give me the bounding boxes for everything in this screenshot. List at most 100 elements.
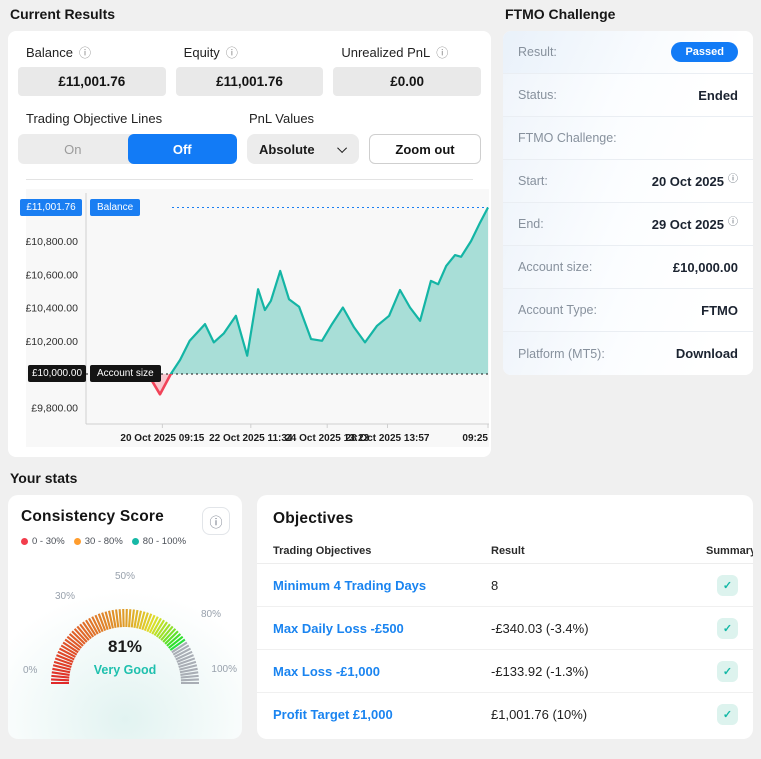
equity-label: Equity <box>183 45 220 60</box>
trading-objective-lines-label: Trading Objective Lines <box>26 111 163 126</box>
info-icon[interactable]: ⓘ <box>436 47 448 59</box>
check-icon: ✓ <box>717 660 738 682</box>
x-axis-label: 22 Oct 2025 11:34 <box>209 433 293 444</box>
challenge-row-account-type: Account Type: FTMO <box>503 289 753 332</box>
info-icon[interactable]: ⓘ <box>226 47 238 59</box>
row-label: Status: <box>518 88 557 102</box>
row-label: Account size: <box>518 260 593 274</box>
unrealized-pnl-field: Unrealized PnL ⓘ £0.00 <box>333 45 482 96</box>
objective-result: £1,001.76 (10%) <box>491 707 588 722</box>
objective-result: -£133.92 (-1.3%) <box>491 663 589 679</box>
consistency-score-title: Consistency Score <box>21 508 164 525</box>
y-axis-label: £10,600.00 <box>26 269 78 281</box>
unrealized-pnl-label: Unrealized PnL <box>341 45 431 60</box>
objective-row-min-trading-days: Minimum 4 Trading Days 8 ✓ <box>257 564 753 607</box>
info-icon[interactable]: ⓘ <box>728 170 738 185</box>
divider <box>26 179 473 180</box>
chart-svg: £10,800.00 £10,600.00 £10,400.00 £10,200.00… <box>26 193 489 444</box>
equity-value: £11,001.76 <box>175 67 324 96</box>
gauge-svg <box>51 608 199 685</box>
objective-link[interactable]: Max Daily Loss -£500 <box>273 621 491 636</box>
challenge-row-result: Result: Passed <box>503 31 753 74</box>
y-axis-label: £10,400.00 <box>26 303 78 315</box>
objective-result: -£340.03 (-3.4%) <box>491 620 589 636</box>
objective-link[interactable]: Minimum 4 Trading Days <box>273 578 491 593</box>
row-value: Ended <box>698 87 738 103</box>
ftmo-challenge-panel: Result: Passed Status: Ended FTMO Challe… <box>503 31 753 375</box>
info-icon[interactable]: ⓘ <box>728 213 738 228</box>
objectives-panel: Objectives Trading Objectives Result Sum… <box>257 495 753 739</box>
challenge-row-account-size: Account size: £10,000.00 <box>503 246 753 289</box>
challenge-row-end: End: 29 Oct 2025 ⓘ <box>503 203 753 246</box>
col-result: Result <box>491 545 525 557</box>
legend-label: 0 - 30% <box>32 536 65 547</box>
info-icon[interactable]: ⓘ <box>79 47 91 59</box>
challenge-row-platform: Platform (MT5): Download <box>503 332 753 375</box>
gauge-legend: 0 - 30% 30 - 80% 80 - 100% <box>21 536 229 547</box>
x-axis-label: 28 Oct 2025 13:57 <box>346 433 430 444</box>
row-label: FTMO Challenge: <box>518 131 617 145</box>
objective-link[interactable]: Profit Target £1,000 <box>273 707 491 722</box>
y-axis-label: £10,200.00 <box>26 336 78 348</box>
status-badge: Passed <box>671 42 738 62</box>
info-button[interactable]: ⓘ <box>202 507 230 535</box>
balance-value: £11,001.76 <box>18 67 166 96</box>
row-value: £10,000.00 <box>672 259 738 275</box>
challenge-row-type-header: FTMO Challenge: <box>503 117 753 160</box>
your-stats-section: Your stats Consistency Score ⓘ 0 - 30% 3… <box>0 470 761 739</box>
objective-link[interactable]: Max Loss -£1,000 <box>273 664 491 679</box>
challenge-row-status: Status: Ended <box>503 74 753 117</box>
pnl-values-selected: Absolute <box>259 141 315 157</box>
objective-lines-toggle: On Off <box>18 134 237 164</box>
row-value: FTMO <box>701 302 738 318</box>
legend-dot-teal <box>131 538 139 545</box>
check-icon: ✓ <box>717 617 738 639</box>
legend-dot-orange <box>73 538 81 545</box>
balance-axis-value-chip: £11,001.76 <box>20 199 82 216</box>
equity-field: Equity ⓘ £11,001.76 <box>175 45 324 96</box>
current-results-title: Current Results <box>10 6 116 22</box>
row-label: End: <box>518 217 544 231</box>
y-axis-label: £9,800.00 <box>31 402 78 414</box>
balance-chart[interactable]: £11,001.76 Balance £10,000.00 Account si… <box>20 189 489 447</box>
row-value: 20 Oct 2025 <box>651 173 724 189</box>
row-label: Platform (MT5): <box>518 346 605 361</box>
pnl-values-dropdown[interactable]: Absolute <box>247 134 359 164</box>
objective-row-max-daily-loss: Max Daily Loss -£500 -£340.03 (-3.4%) ✓ <box>257 607 753 650</box>
balance-line-label-chip: Balance <box>90 199 141 216</box>
col-trading-objectives: Trading Objectives <box>273 545 372 557</box>
ftmo-challenge-title: FTMO Challenge <box>505 6 616 22</box>
toggle-off-option[interactable]: Off <box>127 134 237 164</box>
consistency-score-panel: Consistency Score ⓘ 0 - 30% 30 - 80% 80 … <box>8 495 242 739</box>
objectives-header: Trading Objectives Result Summary <box>257 539 753 564</box>
check-icon: ✓ <box>717 704 738 725</box>
x-axis-label: 09:25 <box>462 433 488 444</box>
chevron-down-icon <box>337 142 348 153</box>
objective-row-max-loss: Max Loss -£1,000 -£133.92 (-1.3%) ✓ <box>257 650 753 693</box>
row-label: Result: <box>518 45 557 59</box>
y-axis-label: £10,800.00 <box>26 236 78 248</box>
consistency-gauge: 50% 30% 80% 0% 100% 81% Very Good <box>21 551 237 703</box>
zoom-out-button[interactable]: Zoom out <box>369 134 481 164</box>
your-stats-title: Your stats <box>10 470 78 486</box>
balance-field: Balance ⓘ £11,001.76 <box>18 45 166 96</box>
top-section: Current Results Balance ⓘ £11,001.76 Equi… <box>0 0 761 457</box>
x-axis-label: 20 Oct 2025 09:15 <box>120 433 204 444</box>
account-size-line-label-chip: Account size <box>90 365 161 382</box>
row-value: 29 Oct 2025 <box>651 216 724 232</box>
row-label: Start: <box>518 174 548 188</box>
legend-label: 30 - 80% <box>84 536 123 547</box>
balance-area <box>147 207 488 374</box>
account-size-axis-value-chip: £10,000.00 <box>28 365 86 382</box>
objectives-title: Objectives <box>273 510 354 527</box>
legend-dot-red <box>21 538 28 545</box>
pnl-values-label: PnL Values <box>249 111 315 126</box>
current-results-panel: Balance ⓘ £11,001.76 Equity ⓘ £11,001.76 U… <box>8 31 491 457</box>
download-link[interactable]: Download <box>676 346 738 361</box>
unrealized-pnl-value: £0.00 <box>333 67 482 96</box>
objective-row-profit-target: Profit Target £1,000 £1,001.76 (10%) ✓ <box>257 693 753 736</box>
col-summary: Summary <box>706 545 753 557</box>
toggle-on-option[interactable]: On <box>18 134 128 164</box>
balance-label: Balance <box>26 45 73 60</box>
legend-label: 80 - 100% <box>142 536 187 547</box>
